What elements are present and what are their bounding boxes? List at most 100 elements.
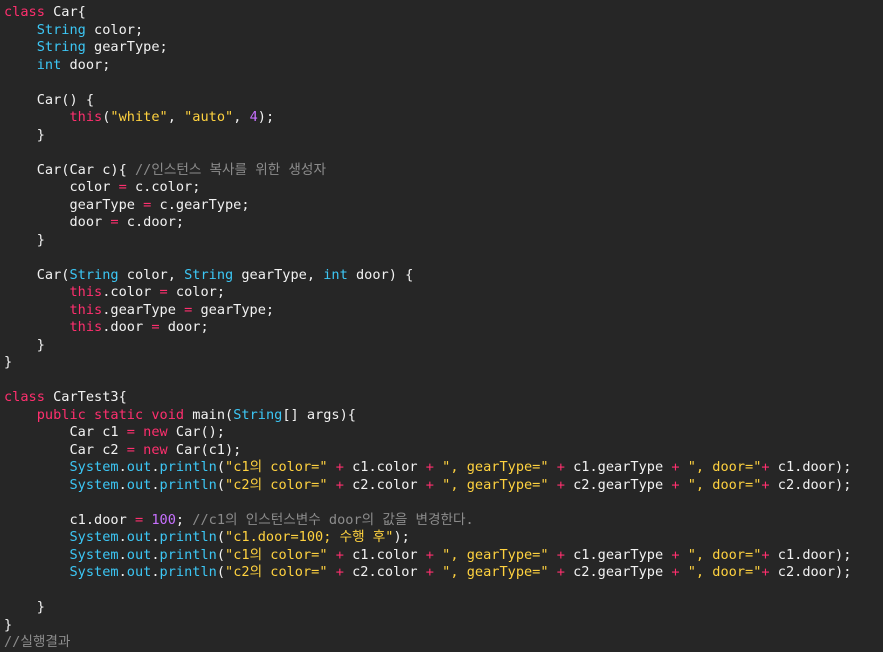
code-line: System.out.println("c1.door=100; 수행 후"); [4,529,883,547]
code-token-plain: ( [216,564,226,580]
code-token-op: = [118,179,127,195]
code-token-plain: door; [159,319,209,335]
code-token-number: 4 [249,109,258,125]
code-line: Car() { [4,92,883,110]
code-token-type: String [36,39,86,55]
code-token-op: = [134,511,144,528]
code-line: String color; [4,22,883,40]
code-token-plain: c1.gearType [564,459,672,475]
code-token-string: ", door=" [687,564,762,580]
code-token-type: out [126,564,152,580]
code-line: c1.door = 100; //c1의 인스턴스변수 door의 값을 변경한… [4,512,883,530]
code-token-type: out [126,529,152,545]
code-token-plain: main( [184,406,234,423]
code-token-op: = [110,214,119,230]
code-line: ​ [4,74,883,92]
code-token-string: ", gearType=" [442,564,549,580]
code-token-plain: gearType; [85,39,168,55]
code-token-plain: c1.gearType [564,546,672,563]
code-token-string: ", door=" [687,546,762,563]
code-line: System.out.println("c1의 color=" + c1.col… [4,547,883,565]
code-token-type: println [159,459,217,475]
code-line: String gearType; [4,39,883,57]
code-token-string: ", door=" [687,459,762,475]
code-line: class Car{ [4,4,883,22]
code-token-plain: ; [175,511,193,528]
code-line: Car(String color, String gearType, int d… [4,267,883,285]
code-token-plain: color [4,179,119,195]
code-token-comment: //인스턴스 복사를 위한 생성자 [134,161,326,178]
code-token-plain: ( [216,529,226,545]
code-token-type: String [36,21,86,38]
code-token-op: + [425,459,434,475]
code-line: } [4,127,883,145]
code-token-string: ", gearType=" [442,459,549,475]
code-token-plain: . [118,459,127,475]
code-token-plain: [] args){ [282,406,356,423]
code-token-plain: c.color; [126,179,201,195]
code-token-string: ", door=" [687,476,762,493]
code-token-plain: gearType; [192,301,275,318]
code-token-type: System [69,564,119,580]
code-token-keyword: public [36,406,86,423]
code-token-plain: c.gearType; [151,196,250,213]
code-token-plain: } [4,354,13,370]
code-token-plain: c2.door); [769,476,852,493]
code-token-plain: ( [216,459,226,475]
code-line: System.out.println("c2의 color=" + c2.col… [4,477,883,495]
code-token-op: + [335,546,344,563]
code-token-plain: } [4,126,45,143]
code-token-plain: . [151,459,160,475]
code-token-plain: . [118,529,127,545]
code-token-plain: .color [102,284,160,300]
code-token-string: "c2의 color=" [225,564,328,580]
code-line: this.door = door; [4,319,883,337]
code-token-plain: .gearType [102,301,185,318]
code-line: class CarTest3{ [4,389,883,407]
code-token-plain: . [118,564,127,580]
code-token-plain: } [4,599,45,615]
code-token-type: out [126,476,152,493]
code-token-op: = [126,424,135,440]
code-token-string: "c1의 color=" [225,546,328,563]
code-token-op: + [671,459,680,475]
code-token-op: + [425,546,434,563]
code-token-op: + [335,564,344,580]
code-token-op: = [151,319,160,335]
code-token-type: int [36,56,62,73]
code-token-plain: ( [216,546,226,563]
code-token-op: + [671,476,680,493]
code-token-op: + [761,476,770,493]
code-token-op: + [335,476,344,493]
code-token-op: + [671,564,680,580]
code-line: color = c.color; [4,179,883,197]
code-editor[interactable]: class Car{ String color; String gearType… [4,4,883,652]
code-token-op: + [671,546,680,563]
code-token-op: + [761,546,770,563]
code-line: int door; [4,57,883,75]
code-token-plain: c2.gearType [564,476,672,493]
code-token-plain: ); [393,529,410,545]
code-token-plain: door [4,214,111,230]
code-token-keyword: this [69,284,103,300]
code-token-plain: ( [216,476,226,493]
code-token-plain: c2.door); [769,564,852,580]
code-token-keyword: class [4,4,45,20]
